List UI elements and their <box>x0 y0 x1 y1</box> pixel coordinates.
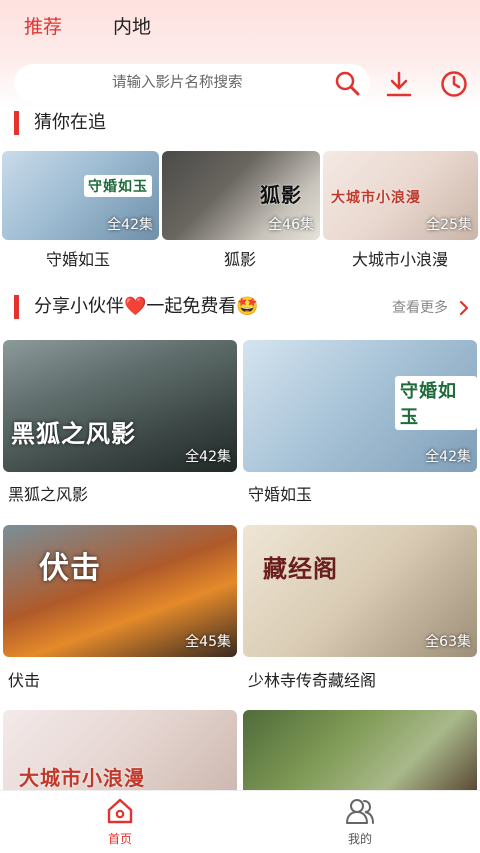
view-more-link[interactable]: 查看更多 <box>392 298 448 318</box>
poster-card[interactable]: 大城市小浪漫 <box>3 710 237 790</box>
poster-card[interactable] <box>243 710 477 790</box>
poster-caption[interactable]: 伏击 <box>8 670 40 692</box>
poster-caption[interactable]: 狐影 <box>224 249 256 271</box>
poster-card[interactable]: 藏经阁 全63集 <box>243 525 477 657</box>
section-title-watching: 猜你在追 <box>34 112 106 133</box>
poster-title-art: 守婚如玉 <box>84 175 152 197</box>
episode-badge: 全46集 <box>268 217 314 233</box>
search-icon[interactable] <box>334 70 360 96</box>
poster-caption[interactable]: 少林寺传奇藏经阁 <box>248 670 376 692</box>
nav-label: 首页 <box>107 832 132 846</box>
search-placeholder: 请输入影片名称搜索 <box>112 75 243 91</box>
poster-title-art: 狐影 <box>260 183 302 207</box>
poster-card[interactable]: 大城市小浪漫 全25集 <box>323 151 478 240</box>
bottom-nav: 首页 我的 <box>0 790 480 853</box>
poster-caption[interactable]: 守婚如玉 <box>46 249 110 271</box>
section-marker <box>14 111 19 135</box>
episode-badge: 全42集 <box>185 449 231 465</box>
episode-badge: 全45集 <box>185 634 231 650</box>
download-icon[interactable] <box>385 70 413 98</box>
tab-recommend[interactable]: 推荐 <box>24 14 62 40</box>
nav-home[interactable]: 首页 <box>80 791 160 853</box>
poster-card[interactable]: 黑狐之风影 全42集 <box>3 340 237 472</box>
poster-caption[interactable]: 黑狐之风影 <box>8 484 88 506</box>
episode-badge: 全63集 <box>425 634 471 650</box>
tab-bar: 推荐 内地 <box>0 0 480 56</box>
search-input[interactable]: 请输入影片名称搜索 <box>14 64 370 102</box>
chevron-right-icon[interactable] <box>458 300 470 316</box>
section-title-share: 分享小伙伴❤️一起免费看🤩 <box>34 296 259 317</box>
episode-badge: 全25集 <box>426 217 472 233</box>
poster-caption[interactable]: 守婚如玉 <box>248 484 312 506</box>
poster-title-art: 守婚如玉 <box>395 376 477 430</box>
poster-title-art: 藏经阁 <box>263 555 338 583</box>
poster-title-art: 大城市小浪漫 <box>331 190 421 206</box>
poster-title-art: 伏击 <box>39 551 101 586</box>
poster-title-art: 黑狐之风影 <box>11 420 136 448</box>
poster-card[interactable]: 守婚如玉 全42集 <box>243 340 477 472</box>
tab-mainland[interactable]: 内地 <box>113 14 151 40</box>
nav-profile[interactable]: 我的 <box>320 791 400 853</box>
episode-badge: 全42集 <box>107 217 153 233</box>
poster-card[interactable]: 守婚如玉 全42集 <box>2 151 159 240</box>
home-icon <box>107 798 133 824</box>
poster-caption[interactable]: 大城市小浪漫 <box>352 249 448 271</box>
episode-badge: 全42集 <box>425 449 471 465</box>
poster-card[interactable]: 狐影 全46集 <box>162 151 320 240</box>
poster-title-art: 大城市小浪漫 <box>19 766 145 790</box>
history-clock-icon[interactable] <box>440 70 468 98</box>
section-marker <box>14 295 19 319</box>
nav-label: 我的 <box>347 832 372 846</box>
poster-card[interactable]: 伏击 全45集 <box>3 525 237 657</box>
profile-icon <box>346 799 374 824</box>
